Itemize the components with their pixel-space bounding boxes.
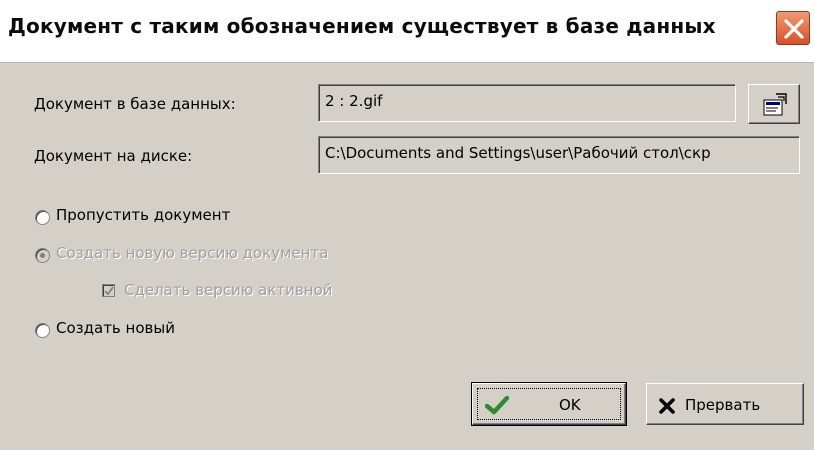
make-active-label[interactable]: Сделать версию активной bbox=[124, 281, 333, 299]
ok-label: OK bbox=[559, 396, 581, 414]
ok-button[interactable]: OK bbox=[471, 382, 627, 426]
create-new-option-label[interactable]: Создать новый bbox=[56, 319, 175, 337]
close-icon bbox=[784, 19, 804, 39]
dialog-title: Документ с таким обозначением существует… bbox=[8, 14, 716, 38]
abort-label: Прервать bbox=[685, 396, 761, 414]
properties-button[interactable] bbox=[748, 84, 800, 124]
disk-doc-label: Документ на диске: bbox=[34, 147, 193, 165]
x-cross-icon bbox=[659, 398, 675, 414]
create-new-radio[interactable] bbox=[35, 323, 50, 338]
checkmark-icon bbox=[485, 395, 509, 415]
new-version-option-label[interactable]: Создать новую версию документа bbox=[56, 244, 328, 262]
db-doc-field[interactable]: 2 : 2.gif bbox=[318, 84, 736, 122]
properties-icon bbox=[763, 93, 787, 116]
disk-doc-field[interactable]: C:\Documents and Settings\user\Рабочий с… bbox=[318, 136, 800, 174]
abort-button[interactable]: Прервать bbox=[646, 383, 804, 425]
title-bar[interactable]: Документ с таким обозначением существует… bbox=[0, 0, 814, 63]
new-version-radio[interactable] bbox=[35, 248, 50, 263]
skip-radio[interactable] bbox=[35, 210, 50, 225]
dialog-window: Документ с таким обозначением существует… bbox=[0, 0, 814, 450]
radio-selected-dot bbox=[40, 253, 45, 258]
close-button[interactable] bbox=[776, 11, 810, 45]
db-doc-label: Документ в базе данных: bbox=[34, 95, 236, 113]
make-active-checkbox[interactable] bbox=[102, 284, 115, 297]
skip-option-label[interactable]: Пропустить документ bbox=[56, 206, 230, 224]
checkmark-small-icon bbox=[104, 286, 114, 296]
